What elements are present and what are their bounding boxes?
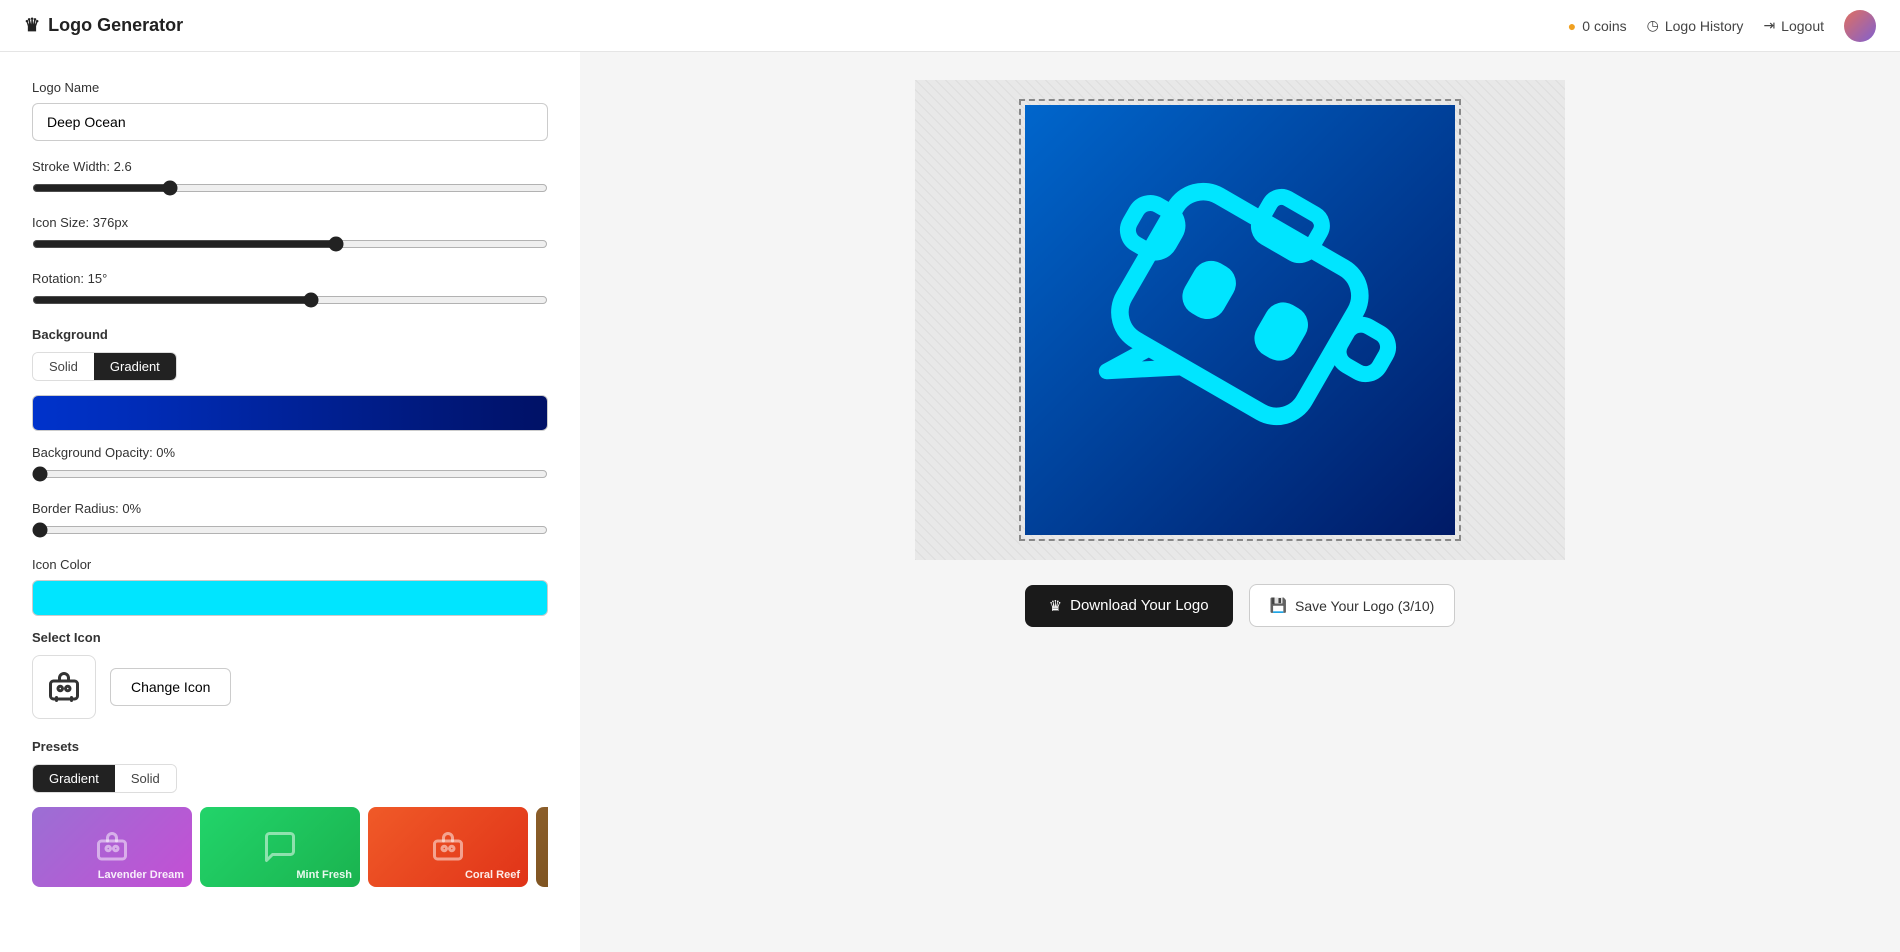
bg-opacity-label: Background Opacity: 0% <box>32 445 548 460</box>
border-radius-label: Border Radius: 0% <box>32 501 548 516</box>
main-layout: Logo Name Stroke Width: 2.6 Icon Size: 3… <box>0 52 1900 952</box>
coins-label: 0 coins <box>1582 18 1626 34</box>
save-button-label: Save Your Logo (3/10) <box>1295 598 1434 614</box>
icon-select-row: Change Icon <box>32 655 548 719</box>
logo-dashed-border <box>1019 99 1461 541</box>
download-button-label: Download Your Logo <box>1070 597 1208 614</box>
crown-icon: ♛ <box>24 15 40 36</box>
presets-tab-gradient[interactable]: Gradient <box>33 765 115 792</box>
background-tab-gradient[interactable]: Gradient <box>94 353 176 380</box>
select-icon-label: Select Icon <box>32 630 548 645</box>
preview-area <box>915 80 1565 560</box>
action-buttons: ♛ Download Your Logo 💾 Save Your Logo (3… <box>1025 584 1456 627</box>
border-radius-slider[interactable] <box>32 522 548 538</box>
background-tab-group: Solid Gradient <box>32 352 177 381</box>
app-title: Logo Generator <box>48 15 183 36</box>
coin-icon: ● <box>1568 18 1576 34</box>
history-icon: ◷ <box>1647 17 1659 34</box>
rotation-row: Rotation: 15° <box>32 271 548 311</box>
rotation-label: Rotation: 15° <box>32 271 548 286</box>
logo-icon-wrapper <box>1044 123 1437 518</box>
border-radius-row: Border Radius: 0% <box>32 501 548 541</box>
right-panel: ♛ Download Your Logo 💾 Save Your Logo (3… <box>580 52 1900 952</box>
background-section-label: Background <box>32 327 548 342</box>
logo-history-link[interactable]: ◷ Logo History <box>1647 17 1744 34</box>
icon-size-label: Icon Size: 376px <box>32 215 548 230</box>
logo-canvas <box>1025 105 1455 535</box>
header-actions: ● 0 coins ◷ Logo History ⇥ Logout <box>1568 10 1876 42</box>
icon-size-row: Icon Size: 376px <box>32 215 548 255</box>
save-button[interactable]: 💾 Save Your Logo (3/10) <box>1249 584 1456 627</box>
icon-preview-box <box>32 655 96 719</box>
icon-size-slider[interactable] <box>32 236 548 252</box>
stroke-width-label: Stroke Width: 2.6 <box>32 159 548 174</box>
logout-label: Logout <box>1781 18 1824 34</box>
icon-color-swatch[interactable] <box>32 580 548 616</box>
preset-cards-list: Lavender Dream Mint Fresh <box>32 807 548 887</box>
bot-icon-large <box>1044 123 1436 515</box>
preset-lavender-label: Lavender Dream <box>98 869 184 881</box>
change-icon-button[interactable]: Change Icon <box>110 668 231 706</box>
logout-button[interactable]: ⇥ Logout <box>1763 17 1824 34</box>
left-panel: Logo Name Stroke Width: 2.6 Icon Size: 3… <box>0 52 580 952</box>
background-tab-solid[interactable]: Solid <box>33 353 94 380</box>
save-icon: 💾 <box>1270 597 1287 614</box>
logo-history-label: Logo History <box>1665 18 1744 34</box>
preset-mint-label: Mint Fresh <box>296 869 352 881</box>
presets-tab-solid[interactable]: Solid <box>115 765 176 792</box>
logout-icon: ⇥ <box>1763 17 1775 34</box>
crown-download-icon: ♛ <box>1049 597 1062 615</box>
icon-color-label: Icon Color <box>32 557 548 572</box>
preset-icon-lavender <box>94 829 130 865</box>
download-button[interactable]: ♛ Download Your Logo <box>1025 585 1233 627</box>
app-logo: ♛ Logo Generator <box>24 15 183 36</box>
bg-opacity-row: Background Opacity: 0% <box>32 445 548 485</box>
preset-icon-coral <box>430 829 466 865</box>
logo-name-label: Logo Name <box>32 80 548 95</box>
stroke-width-slider[interactable] <box>32 180 548 196</box>
presets-tab-group: Gradient Solid <box>32 764 177 793</box>
preset-icon-mint <box>262 829 298 865</box>
preset-autumn-leaves[interactable]: Autumn Leaves <box>536 807 548 887</box>
bot-icon-small <box>46 669 82 705</box>
app-header: ♛ Logo Generator ● 0 coins ◷ Logo Histor… <box>0 0 1900 52</box>
preset-coral-label: Coral Reef <box>465 869 520 881</box>
stroke-width-row: Stroke Width: 2.6 <box>32 159 548 199</box>
preset-coral-reef[interactable]: Coral Reef <box>368 807 528 887</box>
presets-label: Presets <box>32 739 548 754</box>
logo-name-input[interactable] <box>32 103 548 141</box>
bg-opacity-slider[interactable] <box>32 466 548 482</box>
user-avatar[interactable] <box>1844 10 1876 42</box>
preset-mint-fresh[interactable]: Mint Fresh <box>200 807 360 887</box>
presets-section: Presets Gradient Solid Lavender Dream <box>32 739 548 887</box>
rotation-slider[interactable] <box>32 292 548 308</box>
background-color-swatch[interactable] <box>32 395 548 431</box>
preset-lavender-dream[interactable]: Lavender Dream <box>32 807 192 887</box>
coins-display: ● 0 coins <box>1568 18 1627 34</box>
